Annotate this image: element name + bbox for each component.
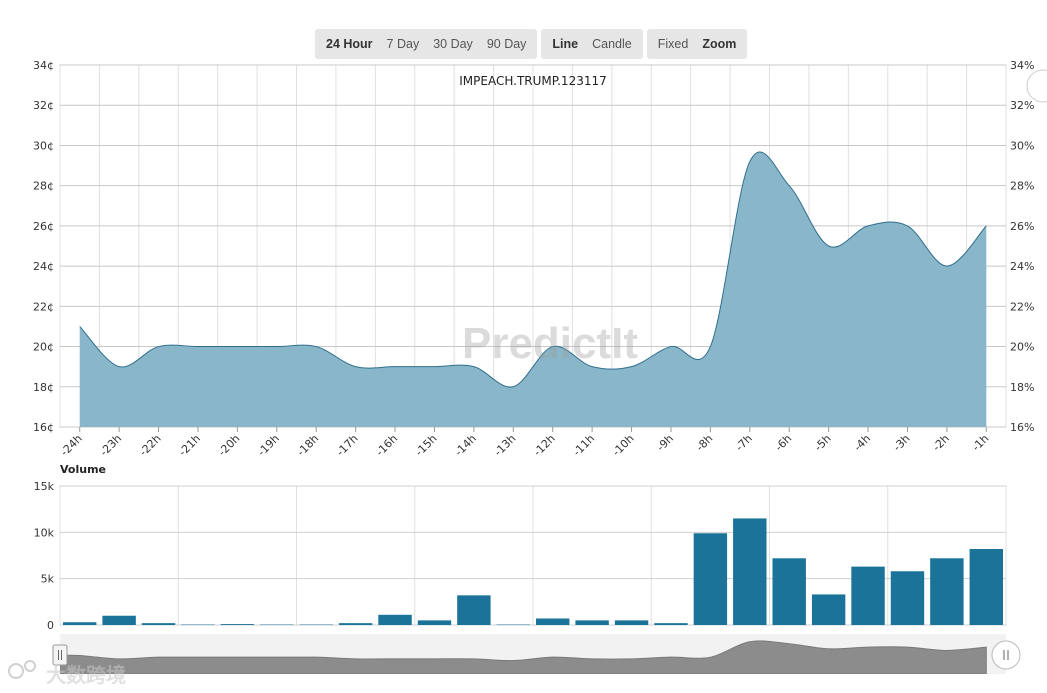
- price-x-tick-label: -8h: [694, 432, 716, 454]
- volume-y-tick: 10k: [34, 526, 55, 539]
- volume-bar: [772, 558, 806, 625]
- predictit-watermark: PredictIt: [462, 319, 638, 368]
- price-y-tick-right: 34%: [1010, 59, 1034, 72]
- price-x-axis: -24h -23h -22h -21h -20h -19h -18h -17h -16h -15h…: [58, 427, 991, 459]
- price-y-tick-right: 18%: [1010, 381, 1034, 394]
- volume-bar: [496, 624, 530, 626]
- corner-watermark-logo: 大数跨境: [8, 660, 126, 687]
- price-x-tick-label: -13h: [492, 432, 519, 459]
- volume-title: Volume: [60, 463, 106, 476]
- volume-bar: [536, 618, 570, 625]
- price-y-tick-left: 26¢: [33, 220, 54, 233]
- price-x-tick-label: -9h: [654, 432, 676, 454]
- price-x-tick-label: -14h: [452, 432, 479, 459]
- side-scroll-handle[interactable]: [1026, 69, 1047, 103]
- price-y-tick-left: 16¢: [33, 421, 54, 434]
- price-y-tick-right: 26%: [1010, 220, 1034, 233]
- price-y-tick-left: 18¢: [33, 381, 54, 394]
- volume-bar: [338, 623, 373, 625]
- volume-bar: [930, 558, 964, 625]
- price-x-tick-label: -19h: [255, 432, 282, 459]
- price-x-tick-label: -10h: [610, 432, 637, 459]
- volume-bar: [890, 571, 925, 625]
- volume-bar: [969, 549, 1003, 625]
- price-x-tick-label: -24h: [58, 432, 85, 459]
- price-y-tick-left: 32¢: [33, 99, 54, 112]
- price-y-tick-left: 30¢: [33, 139, 54, 152]
- volume-bar: [378, 614, 412, 625]
- price-y-tick-left: 24¢: [33, 260, 54, 273]
- price-x-tick-label: -23h: [97, 432, 124, 459]
- volume-bar: [260, 624, 294, 626]
- logo-bubble-icon: [24, 660, 36, 672]
- volume-bar: [220, 624, 255, 625]
- volume-bar: [417, 620, 452, 625]
- volume-bar: [457, 595, 491, 625]
- price-y-tick-left: 28¢: [33, 180, 54, 193]
- volume-bar: [693, 533, 728, 625]
- volume-bar: [181, 624, 215, 626]
- navigator-right-handle[interactable]: [991, 640, 1021, 670]
- volume-bar: [851, 566, 885, 625]
- price-x-tick-label: -16h: [373, 432, 400, 459]
- price-x-tick-label: -2h: [930, 432, 952, 454]
- price-y-tick-right: 22%: [1010, 300, 1034, 313]
- price-y-tick-right: 28%: [1010, 180, 1034, 193]
- price-x-tick-label: -6h: [772, 432, 794, 454]
- price-y-axis-left: 16¢ 18¢ 20¢ 22¢ 24¢ 26¢ 28¢ 30¢ 32¢ 34¢: [33, 59, 54, 434]
- price-x-tick-label: -4h: [851, 432, 873, 454]
- volume-y-axis: 0 5k 10k 15k: [34, 480, 55, 632]
- price-x-tick-label: -7h: [733, 432, 755, 454]
- price-y-tick-left: 22¢: [33, 300, 54, 313]
- price-y-tick-right: 24%: [1010, 260, 1034, 273]
- volume-bar: [102, 615, 136, 625]
- price-x-tick-label: -21h: [176, 432, 203, 459]
- price-y-tick-right: 20%: [1010, 341, 1034, 354]
- price-y-tick-right: 16%: [1010, 421, 1034, 434]
- volume-y-tick: 15k: [34, 480, 55, 493]
- price-x-tick-label: -15h: [413, 432, 440, 459]
- price-x-tick-label: -12h: [531, 432, 558, 459]
- chart-title: IMPEACH.TRUMP.123117: [459, 74, 607, 88]
- price-y-tick-right: 30%: [1010, 139, 1034, 152]
- price-x-tick-label: -18h: [294, 432, 321, 459]
- volume-bar: [654, 623, 688, 625]
- navigator-left-handle[interactable]: [52, 644, 68, 666]
- price-x-tick-label: -5h: [812, 432, 834, 454]
- volume-bar: [299, 624, 333, 626]
- price-x-tick-label: -22h: [137, 432, 164, 459]
- price-x-tick-label: -17h: [334, 432, 361, 459]
- volume-y-tick: 0: [47, 619, 54, 632]
- volume-bar: [614, 620, 649, 625]
- price-y-tick-left: 20¢: [33, 341, 54, 354]
- corner-watermark-text: 大数跨境: [46, 663, 126, 687]
- price-x-tick-label: -3h: [891, 432, 913, 454]
- volume-bar: [63, 622, 97, 625]
- price-x-tick-label: -11h: [570, 432, 597, 459]
- volume-bar: [575, 620, 609, 625]
- price-y-axis-right: 16% 18% 20% 22% 24% 26% 28% 30% 32% 34%: [1010, 59, 1034, 434]
- volume-y-tick: 5k: [41, 573, 55, 586]
- price-y-tick-right: 32%: [1010, 99, 1034, 112]
- price-x-tick-label: -1h: [970, 432, 992, 454]
- logo-ring-icon: [8, 663, 24, 679]
- volume-bar: [811, 594, 846, 625]
- price-volume-chart: PredictIt IMPEACH.TRUMP.123117 16¢ 18¢ 20¢…: [8, 59, 1047, 687]
- volume-bar: [141, 623, 176, 625]
- price-y-tick-left: 34¢: [33, 59, 54, 72]
- navigator[interactable]: [52, 634, 1021, 674]
- price-x-tick-label: -20h: [216, 432, 243, 459]
- volume-bar: [733, 518, 767, 625]
